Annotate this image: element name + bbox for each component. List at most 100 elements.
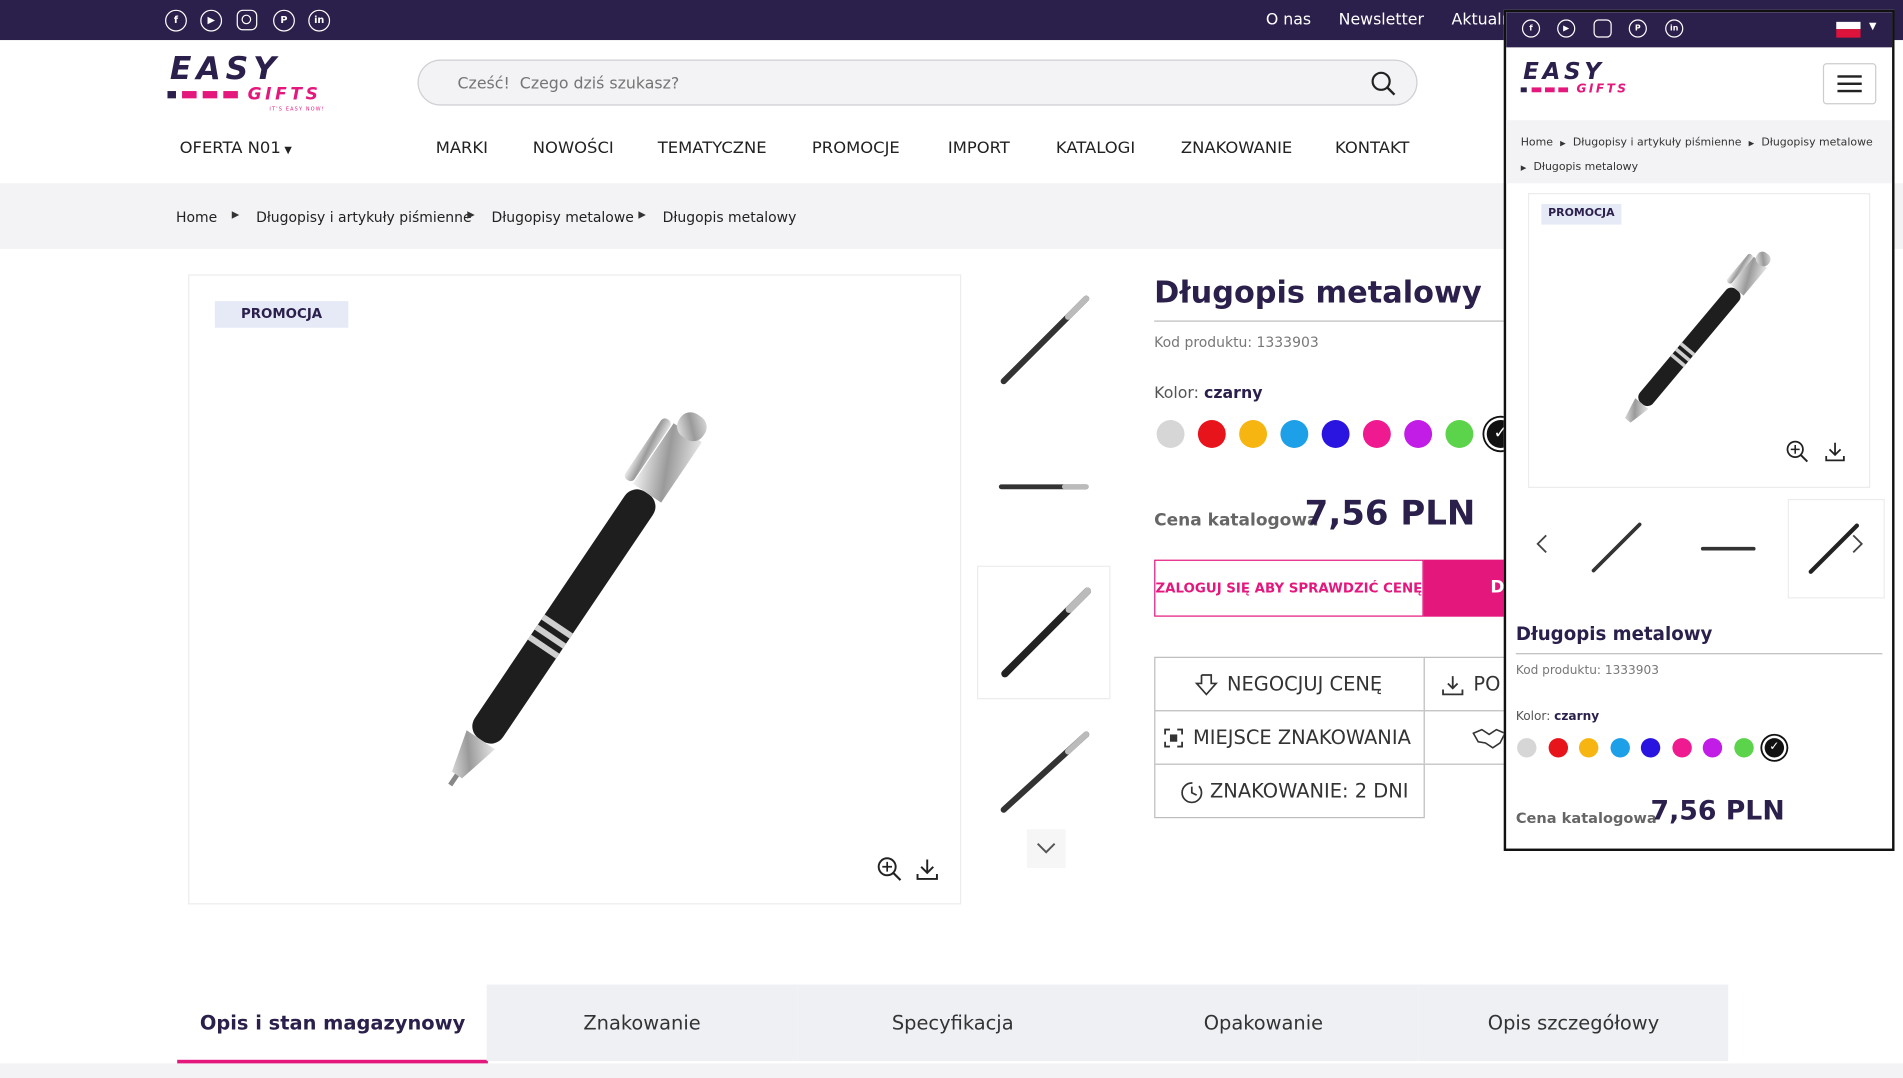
nav-import[interactable]: IMPORT [948,138,1010,157]
news-link[interactable]: Aktualn [1452,11,1512,29]
mobile-color-swatches: ✓ [1517,738,1796,762]
breadcrumb-home[interactable]: Home [176,209,217,226]
color-swatch[interactable] [1239,420,1268,448]
flag-pl-icon[interactable] [1836,21,1861,38]
clock-icon [1181,782,1203,804]
color-swatch[interactable] [1702,738,1723,758]
logo[interactable]: EASY GIFTS IT'S EASY NOW! [167,51,331,117]
chevron-right-icon[interactable] [1845,532,1869,556]
tab-description-stock[interactable]: Opis i stan magazynowy [177,984,488,1062]
mobile-product-code: Kod produktu: 1333903 [1515,664,1659,678]
breadcrumb-current: Długopis metalowy [662,208,797,226]
nav-catalogs[interactable]: KATALOGI [1056,138,1135,157]
tab-marking[interactable]: Znakowanie [486,984,798,1062]
nav-offer-label: OFERTA N01 [179,138,281,158]
download-icon[interactable] [914,856,941,883]
color-swatch[interactable] [1445,420,1474,448]
negotiate-label: NEGOCJUJ CENĘ [1226,672,1383,696]
color-swatch[interactable]: ✓ [1764,738,1785,758]
facebook-icon[interactable]: f [1521,19,1541,38]
mobile-product-image[interactable] [1585,225,1816,444]
color-swatch[interactable] [1609,738,1630,758]
logo-square-2 [182,91,197,99]
color-swatch[interactable] [1517,738,1537,758]
facebook-icon[interactable]: f [165,9,187,32]
price-value: 7,56 PLN [1304,492,1476,533]
breadcrumb-metal-pens[interactable]: Długopisy metalowe [492,209,634,226]
zoom-in-icon[interactable] [876,856,903,883]
color-value: czarny [1554,710,1600,724]
color-swatch[interactable] [1197,420,1226,448]
chevron-down-icon[interactable] [1026,829,1066,868]
breadcrumb-pens[interactable]: Długopisy i artykuły piśmienne [256,209,472,226]
color-swatch[interactable] [1321,420,1350,448]
mobile-thumbnail-3-selected[interactable] [1787,498,1885,599]
mobile-price-value: 7,56 PLN [1650,796,1785,827]
nav-new[interactable]: NOWOŚCI [533,138,614,157]
thumbnail-1[interactable] [989,286,1098,395]
instagram-icon[interactable] [1593,19,1612,38]
youtube-icon[interactable]: ▶ [1557,19,1576,38]
zoom-in-icon[interactable] [1785,439,1809,463]
content-area-start [0,1063,1903,1078]
logo-subtext: GIFTS [1576,82,1629,96]
tab-specification[interactable]: Specyfikacja [797,984,1109,1062]
youtube-icon[interactable]: ▶ [200,9,223,32]
login-to-check-price-button[interactable]: ZALOGUJ SIĘ ABY SPRAWDZIĆ CENĘ [1154,559,1424,617]
search-icon[interactable] [1370,70,1397,97]
breadcrumb-metal-pens[interactable]: Długopisy metalowe [1761,137,1872,149]
search-input[interactable] [455,60,1359,107]
download-icon [1442,676,1464,696]
mobile-preview: f ▶ P in ▼ EASY GIFTS Home ▶ Długopisy i… [1503,9,1895,851]
product-code: Kod produktu: 1333903 [1154,333,1319,351]
nav-brands[interactable]: MARKI [436,138,488,157]
about-link[interactable]: O nas [1266,11,1311,29]
negotiate-price-button[interactable]: NEGOCJUJ CENĘ [1154,656,1425,712]
breadcrumb-pens[interactable]: Długopisy i artykuły piśmienne [1573,137,1742,149]
caret-down-icon: ▼ [284,144,292,156]
mobile-logo[interactable]: EASY GIFTS [1520,58,1642,107]
color-swatch[interactable] [1640,738,1661,758]
linkedin-icon[interactable]: in [1665,19,1684,38]
color-swatch[interactable] [1156,420,1185,448]
color-value: czarny [1203,384,1263,404]
nav-offer[interactable]: OFERTA N01 ▼ [180,138,292,157]
thumbnail-2[interactable] [989,431,1098,540]
tab-packaging[interactable]: Opakowanie [1108,984,1419,1062]
promo-badge: PROMOCJA [214,301,349,328]
thumbnail-4[interactable] [989,722,1098,819]
chevron-right-icon: ▶ [1748,139,1755,149]
color-swatch[interactable] [1733,738,1754,758]
newsletter-link[interactable]: Newsletter [1339,11,1424,29]
mobile-thumbnail-2[interactable] [1698,517,1759,578]
nav-promotions[interactable]: PROMOCJE [812,138,900,157]
color-swatch[interactable] [1362,420,1391,448]
caret-down-icon[interactable]: ▼ [1869,21,1876,32]
color-swatch[interactable] [1280,420,1309,448]
thumbnail-3-selected[interactable] [976,565,1111,700]
nav-marking[interactable]: ZNAKOWANIE [1181,138,1292,157]
instagram-icon[interactable] [236,9,258,31]
marking-time-button[interactable]: ZNAKOWANIE: 2 DNI [1154,763,1425,819]
color-swatch[interactable] [1671,738,1692,758]
linkedin-icon[interactable]: in [308,9,331,32]
breadcrumb-home[interactable]: Home [1521,137,1553,149]
nav-contact[interactable]: KONTAKT [1335,138,1409,157]
color-label: Kolor: czarny [1154,385,1262,403]
mobile-thumbnail-1[interactable] [1586,517,1647,578]
color-swatch[interactable] [1404,420,1433,448]
download-icon[interactable] [1823,439,1847,463]
chevron-left-icon[interactable] [1530,532,1554,556]
color-swatch[interactable] [1578,738,1599,758]
tab-detailed-description[interactable]: Opis szczegółowy [1418,984,1729,1062]
search-bar[interactable] [417,59,1418,107]
marking-place-button[interactable]: MIEJSCE ZNAKOWANIA [1154,710,1425,765]
logo-square-4 [1558,87,1569,93]
nav-thematic[interactable]: TEMATYCZNE [658,138,767,157]
color-swatch[interactable] [1548,738,1568,758]
pinterest-icon[interactable]: P [1628,19,1647,38]
hamburger-menu-button[interactable] [1822,63,1877,105]
product-image[interactable] [352,352,813,825]
chevron-right-icon: ▶ [1560,139,1566,149]
pinterest-icon[interactable]: P [273,9,295,32]
